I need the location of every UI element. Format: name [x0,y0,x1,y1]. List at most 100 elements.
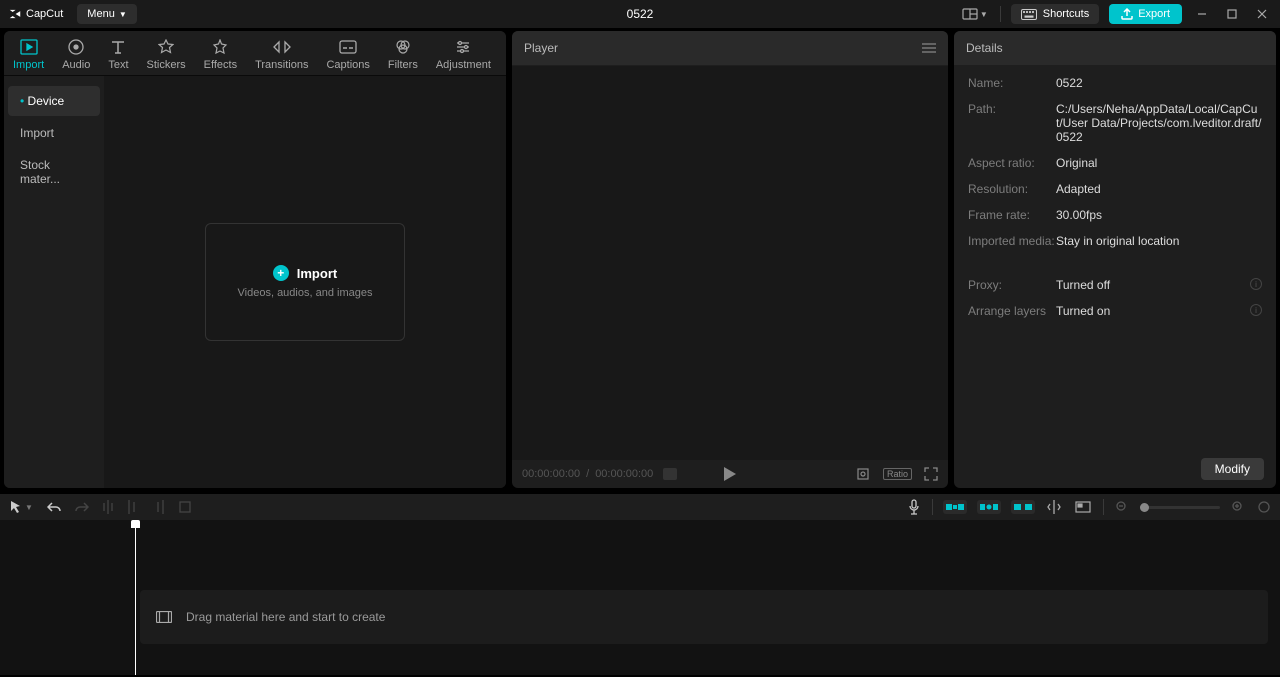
magnet-main-button[interactable] [943,500,967,514]
zoom-slider[interactable] [1140,506,1220,509]
media-content: + Import Videos, audios, and images [104,76,506,488]
axis-icon [1047,500,1061,514]
info-icon[interactable]: i [1250,278,1262,290]
title-bar: CapCut Menu ▼ 0522 ▼ Shortcuts Export [0,0,1280,28]
mic-button[interactable] [906,497,922,517]
cover-button[interactable] [1073,499,1093,515]
zoom-out-button[interactable] [1114,499,1130,515]
tab-label: Captions [326,59,369,71]
import-title: Import [297,266,337,281]
chevron-down-icon: ▼ [980,10,988,19]
minimize-icon [1196,8,1208,20]
sidebar-item-stock[interactable]: Stock mater... [8,150,100,194]
layout-icon [962,8,978,20]
player-title: Player [524,41,558,55]
label-aspect: Aspect ratio: [968,156,1056,170]
trim-left-button[interactable] [125,498,141,516]
tab-transitions[interactable]: Transitions [246,31,317,75]
audio-icon [68,39,84,55]
value-framerate: 30.00fps [1056,208,1102,222]
tab-effects[interactable]: Effects [195,31,246,75]
label-resolution: Resolution: [968,182,1056,196]
tab-stickers[interactable]: Stickers [138,31,195,75]
menu-button[interactable]: Menu ▼ [77,4,136,24]
pointer-tool[interactable]: ▼ [8,498,35,516]
trim-right-button[interactable] [151,498,167,516]
media-tabs: Import Audio Text Stickers Effects Trans… [4,31,506,76]
divider [1000,6,1001,22]
zoom-in-button[interactable] [1230,499,1246,515]
value-layers: Turned on [1056,304,1110,318]
timeline-body[interactable]: Drag material here and start to create [0,520,1280,675]
undo-icon [47,501,61,513]
value-name: 0522 [1056,76,1083,90]
linkage-button[interactable] [1011,500,1035,514]
mic-icon [908,499,920,515]
time-sep: / [586,468,589,480]
fit-icon [1258,501,1270,513]
tab-import[interactable]: Import [4,31,53,75]
zoom-fit-button[interactable] [1256,499,1272,515]
sidebar-item-device[interactable]: Device [8,86,100,116]
player-panel: Player 00:00:00:00 / 00:00:00:00 Ratio [512,31,948,488]
tab-adjustment[interactable]: Adjustment [427,31,500,75]
capcut-logo-icon [8,7,22,21]
export-button[interactable]: Export [1109,4,1182,24]
redo-icon [75,501,89,513]
tab-audio[interactable]: Audio [53,31,99,75]
time-total: 00:00:00:00 [595,468,653,480]
playhead[interactable] [135,520,136,675]
player-menu-icon[interactable] [922,42,936,54]
compare-icon[interactable] [855,466,871,482]
zoom-out-icon [1116,501,1128,513]
value-resolution: Adapted [1056,182,1101,196]
time-current: 00:00:00:00 [522,468,580,480]
effects-icon [212,39,228,55]
chevron-down-icon: ▼ [119,10,127,19]
undo-button[interactable] [45,499,63,515]
tab-text[interactable]: Text [99,31,137,75]
divider [932,499,933,515]
tab-filters[interactable]: Filters [379,31,427,75]
delete-button[interactable] [177,499,193,515]
preview-axis-button[interactable] [1045,498,1063,516]
info-icon[interactable]: i [1250,304,1262,316]
player-viewport [512,66,948,460]
play-button[interactable] [724,467,736,481]
layout-button[interactable]: ▼ [960,6,990,22]
split-icon [103,500,113,514]
maximize-button[interactable] [1222,4,1242,24]
redo-button[interactable] [73,499,91,515]
tab-label: Adjustment [436,59,491,71]
tab-captions[interactable]: Captions [317,31,378,75]
tab-label: Transitions [255,59,308,71]
modify-button[interactable]: Modify [1201,458,1264,480]
close-button[interactable] [1252,4,1272,24]
label-proxy: Proxy: [968,278,1056,292]
divider [1103,499,1104,515]
menu-label: Menu [87,8,115,20]
close-icon [1256,8,1268,20]
label-path: Path: [968,102,1056,144]
sidebar-item-import[interactable]: Import [8,118,100,148]
timeline-placeholder[interactable]: Drag material here and start to create [140,590,1268,644]
minimize-button[interactable] [1192,4,1212,24]
shortcuts-label: Shortcuts [1043,8,1089,20]
ratio-button[interactable]: Ratio [883,468,912,480]
shortcuts-button[interactable]: Shortcuts [1011,4,1099,24]
value-aspect: Original [1056,156,1097,170]
video-track-icon [156,611,172,623]
delete-icon [179,501,191,513]
label-framerate: Frame rate: [968,208,1056,222]
value-path: C:/Users/Neha/AppData/Local/CapCut/User … [1056,102,1262,144]
maximize-icon [1226,8,1238,20]
auto-snap-button[interactable] [977,500,1001,514]
snap-icon [980,501,998,513]
split-button[interactable] [101,498,115,516]
import-dropzone[interactable]: + Import Videos, audios, and images [205,223,405,341]
app-name: CapCut [26,8,63,20]
details-title: Details [954,31,1276,65]
trim-left-icon [127,500,139,514]
fullscreen-icon[interactable] [924,467,938,481]
timeline-toolbar: ▼ [0,494,1280,520]
